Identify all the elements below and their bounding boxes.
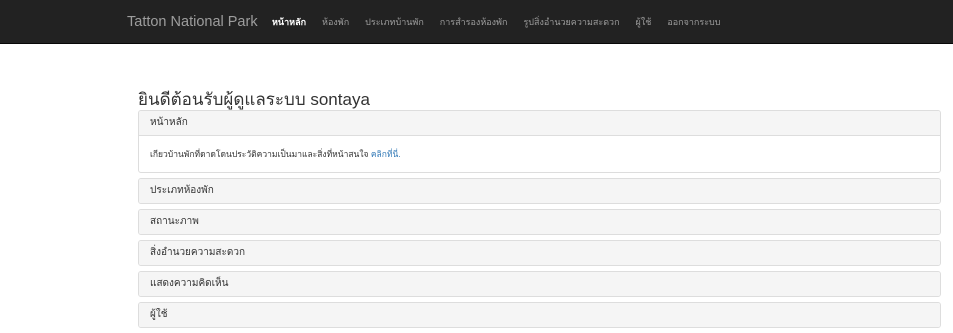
nav-link-facility-photos[interactable]: รูปสิ่งอำนวยความสะดวก — [515, 0, 627, 44]
panel-room-types: ประเภทห้องพัก — [138, 178, 941, 204]
panel-users: ผู้ใช้ — [138, 302, 941, 328]
panel-heading-facilities[interactable]: สิ่งอำนวยความสะดวก — [139, 241, 940, 265]
navbar-menu: หน้าหลัก ห้องพัก ประเภทบ้านพัก การสำรองห… — [264, 0, 728, 44]
panel-status: สถานะภาพ — [138, 209, 941, 235]
nav-link-users[interactable]: ผู้ใช้ — [628, 0, 660, 44]
navbar-brand[interactable]: Tatton National Park — [127, 0, 258, 44]
nav-link-rooms[interactable]: ห้องพัก — [314, 0, 357, 44]
welcome-heading: ยินดีต้อนรับผู้ดูแลระบบ sontaya — [138, 90, 370, 109]
nav-link-logout[interactable]: ออกจากระบบ — [659, 0, 728, 44]
panel-heading-room-types[interactable]: ประเภทห้องพัก — [139, 179, 940, 203]
accordion: หน้าหลัก เกียวบ้านพักที่ดาดโดนประวัติควา… — [138, 110, 941, 333]
panel-heading-status[interactable]: สถานะภาพ — [139, 210, 940, 234]
panel-heading-home[interactable]: หน้าหลัก — [139, 111, 940, 136]
nav-link-home[interactable]: หน้าหลัก — [264, 0, 314, 44]
panel-home: หน้าหลัก เกียวบ้านพักที่ดาดโดนประวัติควา… — [138, 110, 941, 173]
panel-body-text: เกียวบ้านพักที่ดาดโดนประวัติความเป็นมาแล… — [150, 149, 369, 159]
click-here-link[interactable]: คลิกที่นี่. — [371, 149, 401, 159]
panel-facilities: สิ่งอำนวยความสะดวก — [138, 240, 941, 266]
nav-link-reservations[interactable]: การสำรองห้องพัก — [432, 0, 516, 44]
panel-heading-comments[interactable]: แสดงความคิดเห็น — [139, 272, 940, 296]
panel-heading-users[interactable]: ผู้ใช้ — [139, 303, 940, 327]
panel-body-home: เกียวบ้านพักที่ดาดโดนประวัติความเป็นมาแล… — [139, 136, 940, 172]
nav-link-house-types[interactable]: ประเภทบ้านพัก — [357, 0, 432, 44]
panel-comments: แสดงความคิดเห็น — [138, 271, 941, 297]
top-navbar: Tatton National Park หน้าหลัก ห้องพัก ปร… — [0, 0, 953, 44]
